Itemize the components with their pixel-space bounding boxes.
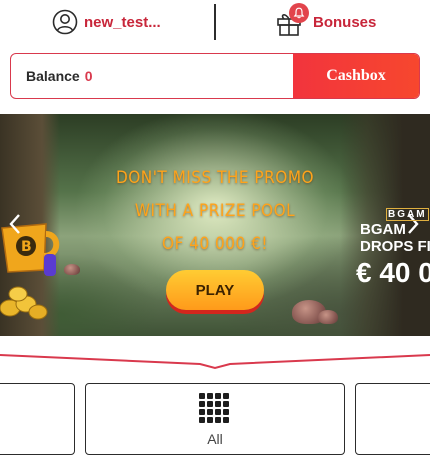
category-label: All (207, 431, 223, 447)
next-promo-amount: € 40 0 (356, 257, 430, 288)
balance-label: Balance (26, 68, 80, 84)
next-promo-line-2: DROPS FI (360, 238, 430, 255)
category-tile-next[interactable] (355, 383, 430, 455)
next-promo-line-1: BGAM (360, 221, 406, 238)
top-bar: new_test... Bonuses (0, 0, 430, 44)
promo-text: DON'T MISS THE PROMO WITH A PRIZE POOL O… (100, 162, 330, 261)
play-button[interactable]: PLAY (166, 270, 264, 310)
grid-icon (199, 393, 231, 425)
casino-app-screen: new_test... Bonuses Balance 0 Cashbox B … (0, 0, 430, 460)
svg-text:B: B (21, 239, 32, 255)
banner-prev-arrow[interactable] (6, 212, 24, 236)
user-profile-link[interactable]: new_test... (52, 8, 161, 36)
category-tile-all[interactable]: All (85, 383, 345, 455)
balance-value: 0 (84, 68, 93, 84)
bonuses-link[interactable]: Bonuses (275, 3, 377, 38)
notification-badge (289, 3, 309, 23)
gift-icon-wrapper (275, 3, 309, 36)
banner-mushroom-3 (64, 264, 80, 275)
promo-banner[interactable]: B DON'T MISS THE PROMO WITH A PRIZE POOL… (0, 114, 430, 336)
next-promo-preview: BGAM BGAM DROPS FI € 40 0 (356, 208, 430, 291)
bell-icon (293, 7, 305, 19)
cashbox-button[interactable]: Cashbox (293, 54, 419, 98)
bonuses-label: Bonuses (313, 13, 377, 31)
next-promo-brand: BGAM (386, 208, 430, 221)
promo-line-3: OF 40 000 €! (162, 234, 268, 254)
banner-mushroom-2 (318, 310, 338, 324)
user-circle-icon (52, 9, 78, 35)
divider-chevron (0, 354, 430, 370)
header-divider (214, 4, 216, 40)
username: new_test... (84, 13, 161, 31)
coins-icon (0, 286, 48, 320)
promo-line-1: DON'T MISS THE PROMO (115, 168, 315, 188)
chevron-left-icon (9, 214, 20, 234)
balance-bar: Balance 0 Cashbox (10, 53, 420, 99)
category-tile-previous[interactable] (0, 383, 75, 455)
promo-line-2: WITH A PRIZE POOL (134, 201, 296, 221)
next-promo-brand-text: BGAM (386, 208, 429, 221)
section-divider (0, 330, 430, 370)
balance-display: Balance 0 (26, 54, 93, 98)
